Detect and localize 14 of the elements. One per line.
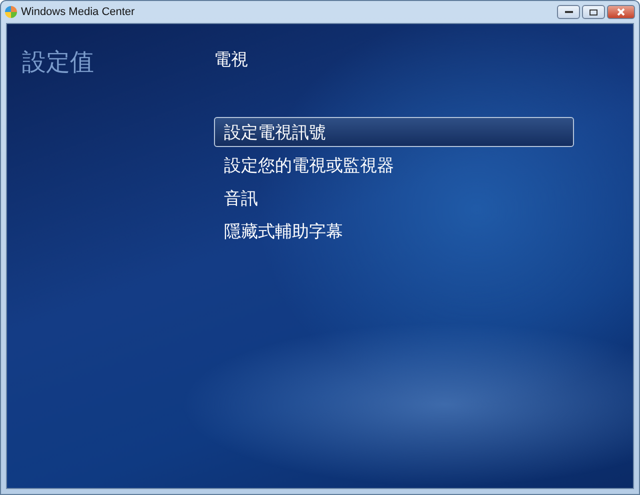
close-button[interactable] [607,5,635,19]
minimize-icon [564,10,572,14]
page-title: 電視 [214,49,249,71]
app-logo-icon [5,6,17,18]
window-title: Windows Media Center [21,6,136,18]
menu-item[interactable]: 設定您的電視或監視器 [214,150,574,180]
maximize-icon [589,8,598,16]
menu-item[interactable]: 音訊 [214,183,574,213]
menu-item[interactable]: 設定電視訊號 [214,117,574,147]
close-icon [617,8,625,16]
section-title: 設定值 [22,48,94,76]
maximize-button[interactable] [582,5,605,19]
minimize-button[interactable] [557,5,580,19]
menu-item[interactable]: 隱藏式輔助字幕 [214,216,574,246]
